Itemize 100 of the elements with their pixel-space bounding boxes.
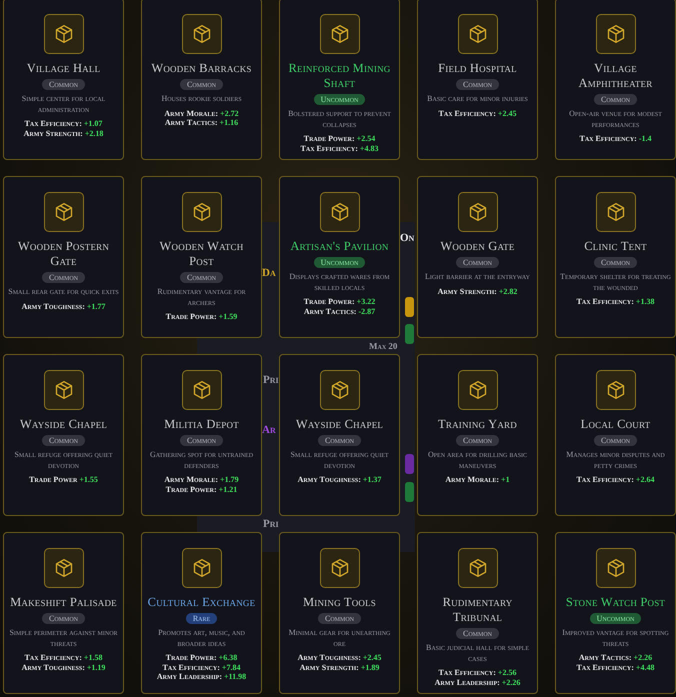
building-description: Manages minor disputes and petty crimes [565,450,666,471]
stat-line: Tax Efficiency: +1.38 [576,297,654,306]
stat-line: Army Toughness: +1.37 [298,475,382,484]
rarity-badge: Common [42,272,85,283]
stat-line: Army Toughness: +1.19 [22,662,106,672]
building-description: Minimal gear for unearthing ore [288,628,392,649]
building-card[interactable]: Militia Depot Common Gathering spot for untrained defenders Army Morale: +1.79 Trade Power: +1.21 [141,354,262,516]
box-icon [54,380,74,400]
box-icon [468,202,488,222]
rarity-badge: Common [456,628,499,639]
building-card[interactable]: Reinforced Mining Shaft Uncommon Bolstered support to prevent collapses Trade Power: +2.54 Tax Efficiency: +4.83 [279,0,400,160]
stat-line: Tax Efficiency: +4.48 [576,662,654,672]
rarity-badge: Common [456,257,499,268]
building-card[interactable]: Village Amphitheater Common Open-air venue for modest performances Tax Efficiency: -1.4 [555,0,676,160]
rarity-badge: Uncommon [590,613,642,624]
stat-line: Trade Power: +3.22 [304,297,376,306]
rarity-badge: Common [42,435,85,446]
stat-line: Army Morale: +1.79 [164,475,239,484]
building-title: Clinic Tent [584,239,647,254]
building-card[interactable]: Wayside Chapel Common Small refuge offering quiet devotion Trade Power +1.55 [3,354,124,516]
building-description: Small refuge offering quiet devotion [289,450,390,471]
building-card[interactable]: Cultural Exchange Rare Promotes art, music, and broader ideas Trade Power: +6.38 Tax Efficiency: +7.84 Army Leadership: +11.98 [141,532,262,694]
building-card[interactable]: Rudimentary Tribunal Common Basic judicial hall for simple cases Tax Efficiency: +2.56 Army Leadership: +2.26 [417,532,538,694]
building-title: Wooden Gate [440,239,515,254]
rarity-badge: Common [42,613,85,624]
box-icon [468,380,488,400]
building-card[interactable]: Wooden Postern Gate Common Small rear gate for quick exits Army Toughness: +1.77 [3,176,124,338]
rarity-badge: Common [180,435,223,446]
building-title: Training Yard [438,417,517,432]
building-title: Wooden Postern Gate [16,239,110,269]
box-icon [54,202,74,222]
stat-line: Army Strength: +1.89 [300,662,380,672]
box-icon [192,380,212,400]
stat-line: Army Tactics: +1.16 [164,118,238,128]
stat-line: Tax Efficiency: +1.58 [24,653,102,662]
building-card[interactable]: Mining Tools Common Minimal gear for unearthing ore Army Toughness: +2.45 Army Strength: +1.89 [279,532,400,694]
building-description: Small rear gate for quick exits [8,287,119,298]
building-title: Village Amphitheater [578,61,654,91]
building-title: Mining Tools [302,595,376,610]
building-card[interactable]: Local Court Common Manages minor disputes and petty crimes Tax Efficiency: +2.64 [555,354,676,516]
building-title: Field Hospital [438,61,517,76]
stat-line: Tax Efficiency: +4.83 [300,144,378,153]
rarity-badge: Common [42,79,85,90]
building-card[interactable]: Wooden Gate Common Light barrier at the entryway Army Strength: +2.82 [417,176,538,338]
rarity-badge: Uncommon [314,94,366,105]
background-text: Pri [263,518,279,530]
building-card[interactable]: Clinic Tent Common Temporary shelter for treating the wounded Tax Efficiency: +1.38 [555,176,676,338]
building-card[interactable]: Makeshift Palisade Common Simple perimeter against minor threats Tax Efficiency: +1.58 Army Toughness: +1.19 [3,532,124,694]
background-text: Pri [263,374,279,386]
stat-line: Army Tactics: -2.87 [304,306,376,316]
box-icon [330,380,350,400]
box-icon [468,558,488,578]
stat-line: Trade Power: +6.38 [166,653,238,662]
box-icon [606,380,626,400]
building-title: Militia Depot [164,417,239,432]
building-title: Local Court [580,417,650,432]
building-card[interactable]: Wooden Barracks Common Houses rookie soldiers Army Morale: +2.72 Army Tactics: +1.16 [141,0,262,160]
building-description: Displays crafted wares from skilled locals [288,272,391,293]
building-description: Basic care for minor injuries [427,94,528,104]
rarity-badge: Common [318,435,361,446]
background-text: On [400,232,414,244]
box-icon [606,558,626,578]
building-card[interactable]: Stone Watch Post Uncommon Improved vantage for spotting threats Army Tactics: +2.26 Tax Efficiency: +4.48 [555,532,676,694]
stat-line: Tax Efficiency: +2.45 [438,108,516,118]
building-description: Open area for drilling basic maneuvers [426,450,528,471]
building-title: Wooden Watch Post [158,239,244,269]
box-icon [192,24,212,44]
box-icon [606,24,626,44]
stat-line: Army Morale: +1 [445,475,510,484]
building-card[interactable]: Training Yard Common Open area for drilling basic maneuvers Army Morale: +1 [417,354,538,516]
box-icon [192,202,212,222]
building-title: Wayside Chapel [20,417,108,432]
stat-line: Tax Efficiency: +7.84 [162,662,240,672]
building-title: Wayside Chapel [296,417,384,432]
building-description: Open-air venue for modest performances [568,109,663,130]
stat-line: Army Morale: +2.72 [164,108,239,118]
building-title: Cultural Exchange [148,595,256,610]
stat-line: Trade Power: +2.54 [304,134,376,144]
stat-line: Tax Efficiency: +2.64 [576,475,654,484]
building-title: Makeshift Palisade [10,595,117,610]
building-description: Simple center for local administration [20,94,106,115]
building-card[interactable]: Wooden Watch Post Common Rudimentary vantage for archers Trade Power: +1.59 [141,176,262,338]
building-title: Village Hall [26,61,100,76]
rarity-badge: Common [180,79,223,90]
background-text: Max 20 [369,341,398,351]
stat-line: Army Toughness: +2.45 [298,653,382,662]
building-description: Bolstered support to prevent collapses [287,109,392,130]
rarity-badge: Common [594,257,637,268]
building-title: Rudimentary Tribunal [442,595,514,625]
building-description: Gathering spot for untrained defenders [148,450,254,471]
building-card[interactable]: Field Hospital Common Basic care for minor injuries Tax Efficiency: +2.45 [417,0,538,160]
building-card[interactable]: Wayside Chapel Common Small refuge offering quiet devotion Army Toughness: +1.37 [279,354,400,516]
rarity-badge: Rare [186,613,218,624]
stat-line: Tax Efficiency: +2.56 [438,668,516,678]
stat-line: Army Strength: +2.18 [24,128,104,138]
building-card[interactable]: Village Hall Common Simple center for local administration Tax Efficiency: +1.07 Army Strength: +2.18 [3,0,124,160]
box-icon [54,558,74,578]
building-description: Rudimentary vantage for archers [156,287,247,308]
building-card[interactable]: Artisan's Pavilion Uncommon Displays crafted wares from skilled locals Trade Power: +3.22 Army Tactics: -2.87 [279,176,400,338]
stat-line: Tax Efficiency: +1.07 [24,119,102,128]
